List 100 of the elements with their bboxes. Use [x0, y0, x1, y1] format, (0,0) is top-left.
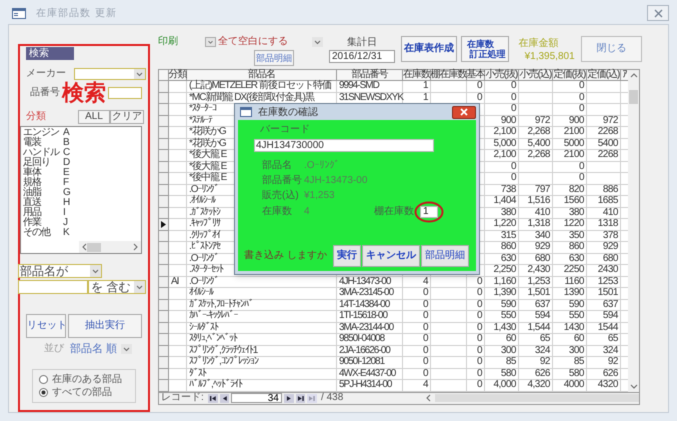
table-cell: 1220 [553, 219, 587, 230]
date-field[interactable]: 2016/12/31 [329, 50, 395, 63]
clear-button[interactable]: クリア [110, 110, 144, 124]
horizontal-scrollbar[interactable] [425, 393, 640, 403]
category-code[interactable]: C [61, 148, 71, 158]
category-name[interactable]: その他 [23, 228, 61, 238]
table-cell: 2268 [587, 127, 621, 138]
table-cell: 0 [467, 276, 485, 288]
all-button[interactable]: ALL [78, 110, 110, 124]
column-header: 基本 [467, 70, 485, 81]
category-code[interactable]: H [61, 198, 71, 208]
table-cell: 886 [587, 184, 621, 196]
scroll-up-icon[interactable] [630, 72, 638, 80]
table-cell: 594 [587, 311, 621, 322]
category-code[interactable]: F [61, 178, 71, 188]
column-header: 部品番号 [337, 70, 403, 81]
scrollbar-thumb[interactable] [629, 90, 638, 104]
category-code[interactable]: E [61, 168, 71, 178]
table-cell: 0 [403, 288, 431, 300]
first-record-icon[interactable] [208, 394, 218, 402]
record-selector[interactable] [159, 219, 169, 230]
category-name[interactable]: 用品 [23, 208, 61, 218]
form-icon [12, 8, 26, 18]
table-cell: 550 [485, 311, 519, 322]
radio-button[interactable] [39, 375, 48, 384]
record-number-field[interactable]: 34 [231, 393, 282, 403]
table-cell: 580 [485, 368, 519, 380]
next-record-icon[interactable] [284, 394, 294, 402]
radio-button[interactable] [39, 388, 48, 397]
table-cell: 1,253 [519, 276, 553, 288]
table-cell: 0 [403, 311, 431, 322]
table-cell: 637 [587, 300, 621, 311]
horizontal-scrollbar[interactable] [79, 241, 141, 253]
column-header: 部品名 [187, 70, 337, 81]
category-name[interactable]: 足回り [23, 158, 61, 168]
barcode-field[interactable]: 4JH134730000 [254, 139, 434, 152]
extract-button[interactable]: 抽出実行 [68, 314, 142, 338]
category-name[interactable]: 電装 [23, 138, 61, 148]
scroll-left-icon[interactable] [81, 243, 87, 251]
category-code[interactable]: G [61, 188, 71, 198]
inventory-report-button[interactable]: 在庫表作成 [401, 36, 457, 62]
dialog-close-button[interactable] [452, 106, 476, 118]
field-dropdown[interactable]: 部品名が [18, 264, 102, 278]
sort-dropdown[interactable]: 部品名 順 [70, 343, 132, 355]
vertical-scrollbar[interactable] [628, 69, 640, 392]
close-button[interactable] [647, 5, 669, 21]
category-code[interactable]: B [61, 138, 71, 148]
table-cell: 580 [553, 368, 587, 380]
category-name[interactable]: ハンドル [23, 148, 61, 158]
category-code[interactable]: I [61, 208, 71, 218]
table-cell: 0 [467, 322, 485, 334]
table-cell: 972 [519, 116, 553, 127]
table-cell: ｽﾀﾘｭ,ﾍﾞﾝﾍﾞｯﾄ [187, 334, 337, 346]
scrollbar-thumb[interactable] [87, 242, 101, 252]
table-cell: 0 [553, 162, 587, 173]
dialog-button[interactable]: 実行 [332, 245, 361, 267]
scroll-right-icon[interactable] [133, 243, 139, 251]
table-cell: 2JA-16626-00 [337, 346, 403, 357]
table-cell: 2100 [553, 150, 587, 162]
part-number-field[interactable] [108, 87, 142, 99]
part-detail-button[interactable]: 部品明細 [254, 50, 294, 66]
field-label: 部品名 [262, 161, 293, 171]
category-code[interactable]: A [61, 128, 71, 138]
close-form-button[interactable]: 閉じる [580, 36, 642, 62]
radio-label[interactable]: すべての部品 [52, 388, 112, 398]
table-cell: 630 [485, 254, 519, 265]
category-code[interactable]: J [61, 218, 71, 228]
scroll-left-icon[interactable] [425, 394, 432, 402]
category-name[interactable]: 作業 [23, 218, 61, 228]
stock-correction-button[interactable]: 在庫数 訂正処理 [460, 36, 509, 62]
previous-record-icon[interactable] [220, 394, 230, 402]
category-name[interactable]: 規格 [23, 178, 61, 188]
category-name[interactable]: 車体 [23, 168, 61, 178]
reset-button[interactable]: リセット [26, 314, 66, 338]
table-cell: AI [169, 276, 187, 288]
table-cell: 0 [553, 173, 587, 184]
table-cell: 0 [467, 357, 485, 368]
category-name[interactable]: 油脂 [23, 188, 61, 198]
scroll-down-icon[interactable] [630, 382, 638, 390]
category-name[interactable]: エンジン [23, 128, 61, 138]
print-dropdown[interactable]: 全て空白にする [205, 36, 323, 48]
category-code[interactable]: D [61, 158, 71, 168]
radio-label[interactable]: 在庫のある部品 [52, 374, 122, 384]
category-code[interactable]: K [61, 228, 71, 238]
table-cell: 0 [403, 322, 431, 334]
table-cell: 2,268 [519, 150, 553, 162]
table-cell: 5,000 [485, 138, 519, 150]
maker-dropdown[interactable] [74, 68, 146, 80]
search-text-field[interactable] [18, 280, 88, 294]
dialog-button[interactable]: キャンセル [362, 245, 420, 267]
field-value: .Oｰﾘﾝｸﾞ [304, 161, 340, 171]
table-cell: 2,100 [485, 127, 519, 138]
category-name[interactable]: 直送 [23, 198, 61, 208]
shelf-stock-field[interactable]: 1 [420, 206, 438, 218]
last-record-icon[interactable] [296, 394, 306, 402]
empty-cell [519, 173, 553, 184]
category-list[interactable]: エンジン A 電装 B ハンドル C 足回り D 車体 E 規格 F 油脂 G 直送 H 用品 I 作業 J その他 K [20, 126, 142, 254]
match-dropdown[interactable]: を 含む [88, 280, 146, 294]
dialog-button[interactable]: 部品明細 [420, 245, 469, 267]
table-cell: 1,404 [485, 196, 519, 208]
